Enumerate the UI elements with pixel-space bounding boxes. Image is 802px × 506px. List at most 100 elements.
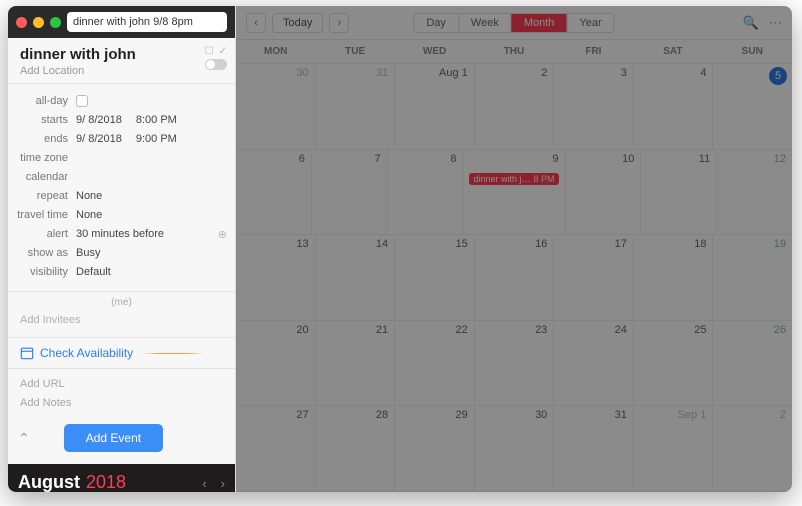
day-cell[interactable]: 13	[236, 235, 316, 320]
day-cell[interactable]: 17	[554, 235, 634, 320]
day-cell[interactable]: 29	[395, 406, 475, 491]
allday-checkbox[interactable]	[76, 95, 88, 107]
zoom-window-button[interactable]	[50, 17, 61, 28]
day-number: 25	[694, 324, 706, 336]
search-icon[interactable]: 🔍	[743, 15, 759, 31]
day-cell[interactable]: 24	[554, 321, 634, 406]
collapse-icon[interactable]: ⌃	[18, 430, 30, 447]
day-cell[interactable]: 4	[634, 64, 714, 149]
day-cell[interactable]: 25	[634, 321, 714, 406]
day-cell[interactable]: 30	[475, 406, 555, 491]
day-number: 10	[622, 153, 634, 165]
ends-time[interactable]: 9:00 PM	[136, 133, 177, 145]
day-number: 30	[296, 67, 308, 79]
day-number: 16	[535, 238, 547, 250]
day-cell[interactable]: 28	[316, 406, 396, 491]
ends-label: ends	[16, 133, 76, 145]
day-cell[interactable]: 31	[554, 406, 634, 491]
mini-cal-prev[interactable]: ‹	[202, 476, 206, 491]
showas-value[interactable]: Busy	[76, 247, 227, 259]
event-location-placeholder[interactable]: Add Location	[20, 65, 225, 77]
invitees-input[interactable]	[20, 311, 223, 329]
day-cell[interactable]: 14	[316, 235, 396, 320]
next-period-button[interactable]: ›	[329, 13, 349, 33]
seg-day[interactable]: Day	[414, 14, 459, 32]
day-cell[interactable]: 30	[236, 64, 316, 149]
day-number: 23	[535, 324, 547, 336]
ends-date[interactable]: 9/ 8/2018	[76, 133, 122, 145]
day-cell[interactable]: 8	[388, 150, 464, 235]
minimize-window-button[interactable]	[33, 17, 44, 28]
event-title[interactable]: dinner with john	[20, 46, 225, 63]
day-cell[interactable]: 26	[713, 321, 792, 406]
day-cell[interactable]: 20	[236, 321, 316, 406]
day-number: 12	[774, 153, 786, 165]
day-cell[interactable]: 2	[713, 406, 792, 491]
day-cell[interactable]: Sep 1	[634, 406, 714, 491]
day-cell[interactable]: 18	[634, 235, 714, 320]
day-number: 26	[774, 324, 786, 336]
week-row: 202122 23 24 25 26	[236, 321, 792, 407]
more-icon[interactable]: ⋯	[769, 15, 782, 31]
day-cell[interactable]: 22	[395, 321, 475, 406]
confirm-icon[interactable]: ✓	[219, 46, 227, 57]
add-url[interactable]: Add URL	[20, 375, 223, 394]
today-indicator: 5	[769, 67, 787, 85]
starts-label: starts	[16, 114, 76, 126]
timezone-label: time zone	[16, 152, 76, 164]
day-number: 28	[376, 409, 388, 421]
add-event-button[interactable]: Add Event	[64, 424, 163, 452]
day-number: 14	[376, 238, 388, 250]
day-number: 15	[455, 238, 467, 250]
add-notes[interactable]: Add Notes	[20, 394, 223, 413]
calendar-icon	[20, 346, 34, 360]
week-row: 30 31Aug 12 34 5	[236, 64, 792, 150]
check-availability-row[interactable]: Check Availability	[8, 338, 235, 369]
day-cell[interactable]: 23	[475, 321, 555, 406]
day-cell[interactable]: 11	[641, 150, 717, 235]
travel-value[interactable]: None	[76, 209, 227, 221]
floating-toggle[interactable]	[205, 59, 227, 70]
seg-week[interactable]: Week	[459, 14, 512, 32]
day-cell[interactable]: 10	[566, 150, 642, 235]
dow-header: MONTUEWEDTHUFRISATSUN	[236, 40, 792, 64]
day-cell[interactable]: 27	[236, 406, 316, 491]
seg-month[interactable]: Month	[512, 14, 568, 32]
add-event-row: ⌃ Add Event	[8, 418, 235, 464]
check-availability-link[interactable]: Check Availability	[40, 346, 133, 360]
day-cell[interactable]: 21	[316, 321, 396, 406]
seg-year[interactable]: Year	[567, 14, 613, 32]
add-alert-icon[interactable]: ⊕	[218, 228, 227, 241]
mini-cal-next[interactable]: ›	[221, 476, 225, 491]
today-button[interactable]: Today	[272, 13, 323, 33]
day-cell[interactable]: 12	[717, 150, 792, 235]
day-cell[interactable]: 9dinner with j…8 PM	[463, 150, 565, 235]
event-header: dinner with john Add Location ☐ ✓	[8, 38, 235, 84]
free-busy-icon[interactable]: ☐	[205, 46, 214, 57]
starts-date[interactable]: 9/ 8/2018	[76, 114, 122, 126]
repeat-value[interactable]: None	[76, 190, 227, 202]
extras-section: Add URL Add Notes	[8, 369, 235, 418]
day-cell[interactable]: 16	[475, 235, 555, 320]
day-number: 3	[621, 67, 627, 79]
main-toolbar: ‹ Today › Day Week Month Year 🔍 ⋯	[236, 6, 792, 40]
day-cell[interactable]: 6	[236, 150, 312, 235]
event-pill[interactable]: dinner with j…8 PM	[469, 173, 558, 185]
day-cell[interactable]: 19	[713, 235, 792, 320]
travel-label: travel time	[16, 209, 76, 221]
quick-entry-input[interactable]: dinner with john 9/8 8pm	[67, 12, 227, 32]
day-number: 24	[615, 324, 627, 336]
day-cell[interactable]: 3	[554, 64, 634, 149]
day-cell[interactable]: Aug 1	[395, 64, 475, 149]
starts-time[interactable]: 8:00 PM	[136, 114, 177, 126]
alert-value[interactable]: 30 minutes before	[76, 228, 164, 241]
prev-period-button[interactable]: ‹	[246, 13, 266, 33]
day-cell[interactable]: 7	[312, 150, 388, 235]
visibility-value[interactable]: Default	[76, 266, 227, 278]
day-cell[interactable]: 2	[475, 64, 555, 149]
day-number: 27	[296, 409, 308, 421]
day-cell[interactable]: 31	[316, 64, 396, 149]
day-cell[interactable]: 15	[395, 235, 475, 320]
close-window-button[interactable]	[16, 17, 27, 28]
day-cell[interactable]: 5	[713, 64, 792, 149]
